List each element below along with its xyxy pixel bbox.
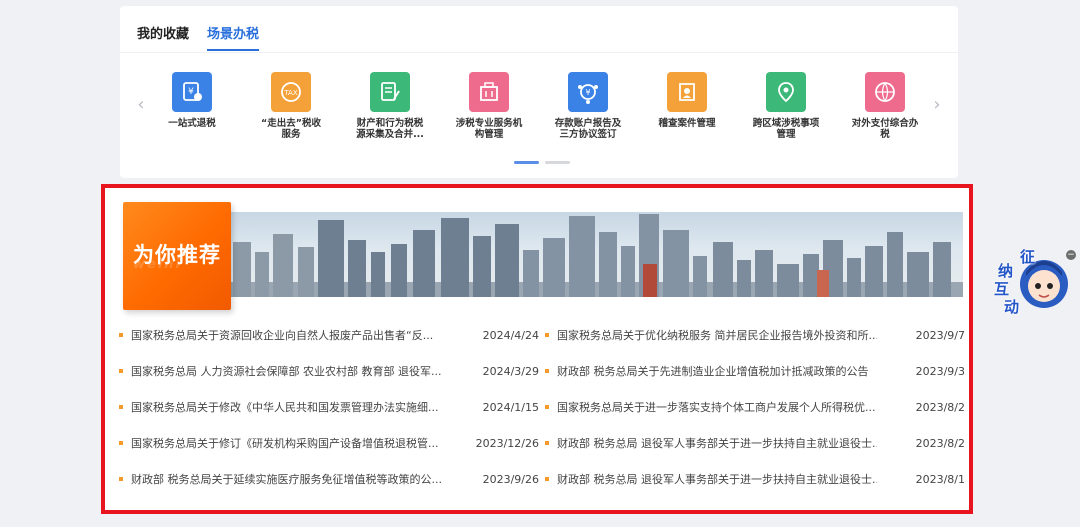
bullet-icon	[119, 405, 123, 409]
pagination-dot[interactable]	[514, 161, 539, 164]
news-title: 国家税务总局关于修订《研发机构采购国产设备增值税退税管...	[131, 437, 439, 450]
service-deposit-account[interactable]: ¥ 存款账户报告及 三方协议签订	[546, 72, 630, 140]
news-date: 2023/8/2	[915, 437, 965, 450]
news-date: 2024/3/29	[482, 365, 539, 378]
news-item[interactable]: 国家税务总局关于修改《中华人民共和国发票管理办法实施细... 2024/1/15	[119, 390, 539, 426]
news-date: 2023/12/26	[475, 437, 539, 450]
news-item[interactable]: 国家税务总局关于优化纳税服务 简并居民企业报告境外投资和所... 2023/9/7	[545, 318, 965, 354]
bullet-icon	[545, 477, 549, 481]
recommend-title: 为你推荐	[133, 243, 221, 267]
service-label: 跨区域涉税事项 管理	[752, 118, 820, 140]
news-title: 国家税务总局关于资源回收企业向自然人报废产品出售者“反...	[131, 329, 434, 342]
bullet-icon	[545, 369, 549, 373]
news-date: 2023/8/1	[915, 473, 965, 486]
carousel-pagination	[514, 161, 570, 164]
pagination-dot[interactable]	[545, 161, 570, 164]
service-property-tax[interactable]: 财产和行为税税 源采集及合并...	[348, 72, 432, 140]
news-title: 国家税务总局关于优化纳税服务 简并居民企业报告境外投资和所...	[557, 329, 877, 342]
news-item[interactable]: 国家税务总局关于修订《研发机构采购国产设备增值税退税管... 2023/12/26	[119, 426, 539, 462]
news-item[interactable]: 财政部 税务总局关于延续实施医疗服务免征增值税等政策的公... 2023/9/26	[119, 462, 539, 498]
bullet-icon	[119, 477, 123, 481]
bullet-icon	[119, 333, 123, 337]
scenario-card: 我的收藏 场景办税 ‹ › ¥ 一站式退税 TAX “走出去”税收 服务 财产和…	[120, 6, 958, 178]
service-label: 存款账户报告及 三方协议签订	[554, 118, 622, 140]
service-label: “走出去”税收 服务	[261, 118, 321, 140]
svg-text:¥: ¥	[188, 87, 194, 97]
assistant-char: 动	[1004, 298, 1020, 316]
skyline-image	[123, 214, 963, 297]
service-label: 一站式退税	[168, 118, 216, 129]
news-date: 2023/9/3	[915, 365, 965, 378]
tab-favorites[interactable]: 我的收藏	[137, 23, 189, 51]
property-tax-icon	[370, 72, 410, 112]
news-date: 2024/4/24	[482, 329, 539, 342]
svg-text:¥: ¥	[585, 88, 590, 97]
assistant-char: 征	[1020, 248, 1036, 266]
recommend-badge: weini 为你推荐	[123, 202, 231, 310]
news-column-left: 国家税务总局关于资源回收企业向自然人报废产品出售者“反... 2024/4/24 …	[119, 318, 539, 498]
refund-icon: ¥	[172, 72, 212, 112]
city-banner	[123, 212, 963, 297]
service-label: 涉税专业服务机 构管理	[455, 118, 523, 140]
interaction-assistant-button[interactable]: 征 纳 互 动	[994, 246, 1070, 316]
bank-account-icon: ¥	[568, 72, 608, 112]
tab-divider	[120, 52, 958, 53]
bullet-icon	[545, 405, 549, 409]
service-professional-institution[interactable]: 涉税专业服务机 构管理	[447, 72, 531, 140]
tab-bar: 我的收藏 场景办税	[137, 23, 260, 51]
news-item[interactable]: 财政部 税务总局关于先进制造业企业增值税加计抵减政策的公告 2023/9/3	[545, 354, 965, 390]
news-column-right: 国家税务总局关于优化纳税服务 简并居民企业报告境外投资和所... 2023/9/7…	[545, 318, 965, 498]
news-date: 2023/9/7	[915, 329, 965, 342]
inspection-icon	[667, 72, 707, 112]
news-title: 国家税务总局关于修改《中华人民共和国发票管理办法实施细...	[131, 401, 439, 414]
bullet-icon	[119, 369, 123, 373]
location-icon	[766, 72, 806, 112]
svg-text:TAX: TAX	[283, 89, 298, 97]
news-title: 财政部 税务总局 退役军人事务部关于进一步扶持自主就业退役士...	[557, 437, 877, 450]
payment-globe-icon	[865, 72, 905, 112]
recommend-panel: weini 为你推荐 国家税务总局关于资源回收企业向自然人报废产品出售者“反..…	[101, 184, 973, 514]
news-title: 国家税务总局 人力资源社会保障部 农业农村部 教育部 退役军...	[131, 365, 442, 378]
service-carousel: ¥ 一站式退税 TAX “走出去”税收 服务 财产和行为税税 源采集及合并...…	[164, 72, 934, 152]
service-inspection[interactable]: 稽查案件管理	[645, 72, 729, 129]
tab-scenario-tax[interactable]: 场景办税	[207, 23, 260, 51]
news-item[interactable]: 国家税务总局 人力资源社会保障部 农业农村部 教育部 退役军... 2024/3/…	[119, 354, 539, 390]
bullet-icon	[545, 441, 549, 445]
news-date: 2024/1/15	[482, 401, 539, 414]
news-item[interactable]: 财政部 税务总局 退役军人事务部关于进一步扶持自主就业退役士... 2023/8/…	[545, 426, 965, 462]
globe-tax-icon: TAX	[271, 72, 311, 112]
news-date: 2023/8/2	[915, 401, 965, 414]
news-title: 财政部 税务总局关于延续实施医疗服务免征增值税等政策的公...	[131, 473, 442, 486]
news-item[interactable]: 国家税务总局关于进一步落实支持个体工商户发展个人所得税优... 2023/8/2	[545, 390, 965, 426]
service-label: 财产和行为税税 源采集及合并...	[356, 118, 424, 140]
service-one-stop-refund[interactable]: ¥ 一站式退税	[150, 72, 234, 129]
service-label: 稽查案件管理	[658, 118, 716, 129]
news-title: 财政部 税务总局关于先进制造业企业增值税加计抵减政策的公告	[557, 365, 869, 378]
news-item[interactable]: 财政部 税务总局 退役军人事务部关于进一步扶持自主就业退役士... 2023/8/…	[545, 462, 965, 498]
news-title: 财政部 税务总局 退役军人事务部关于进一步扶持自主就业退役士...	[557, 473, 877, 486]
bullet-icon	[119, 441, 123, 445]
news-title: 国家税务总局关于进一步落实支持个体工商户发展个人所得税优...	[557, 401, 876, 414]
service-foreign-payment[interactable]: 对外支付综合办 税	[843, 72, 927, 140]
service-label: 对外支付综合办 税	[851, 118, 919, 140]
service-going-global[interactable]: TAX “走出去”税收 服务	[249, 72, 333, 140]
service-cross-region[interactable]: 跨区域涉税事项 管理	[744, 72, 828, 140]
news-item[interactable]: 国家税务总局关于资源回收企业向自然人报废产品出售者“反... 2024/4/24	[119, 318, 539, 354]
institution-icon	[469, 72, 509, 112]
news-date: 2023/9/26	[482, 473, 539, 486]
assistant-close-icon[interactable]: −	[1066, 250, 1076, 260]
bullet-icon	[545, 333, 549, 337]
carousel-prev-icon[interactable]: ‹	[134, 95, 148, 115]
